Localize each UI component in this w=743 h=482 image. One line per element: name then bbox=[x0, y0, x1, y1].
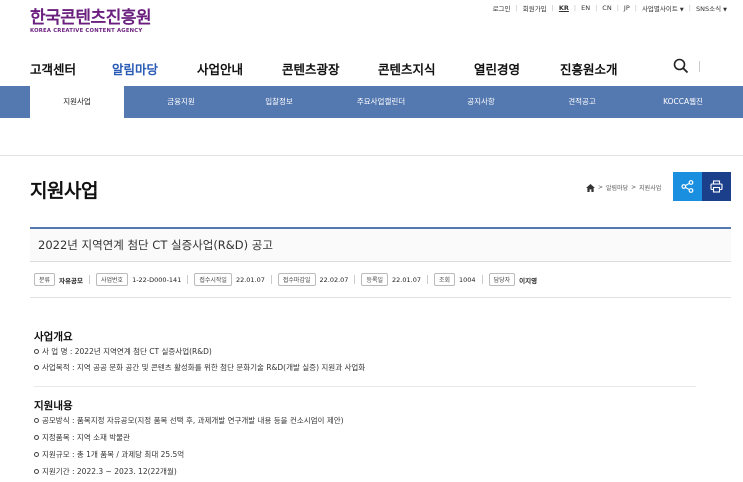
divider bbox=[699, 61, 700, 72]
notice-title: 2022년 지역연계 첨단 CT 실증사업(R&D) 공고 bbox=[38, 238, 273, 252]
divider: | bbox=[595, 4, 598, 12]
list-item: 지정품목 : 지역 소재 박물관 bbox=[34, 432, 130, 443]
list-item-text: 사업목적 : 지역 공공 문화 공간 및 콘텐츠 활성화를 위한 첨단 문화기술… bbox=[42, 363, 366, 372]
share-button[interactable] bbox=[673, 172, 702, 201]
divider bbox=[187, 275, 189, 284]
list-item-text: 사 업 명 : 2022년 지역연계 첨단 CT 실증사업(R&D) bbox=[42, 347, 212, 356]
breadcrumb: > 알림마당 > 지원사업 bbox=[586, 183, 661, 192]
lang-kr-link[interactable]: KR bbox=[559, 4, 569, 12]
caret-down-icon: ▼ bbox=[679, 7, 684, 13]
bullet-circle-icon bbox=[34, 452, 39, 457]
page-title: 지원사업 bbox=[30, 180, 98, 202]
meta-label: 조회 bbox=[433, 273, 456, 286]
logo-english: KOREA CREATIVE CONTENT AGENCY bbox=[30, 28, 143, 34]
search-icon[interactable] bbox=[673, 58, 689, 74]
login-link[interactable]: 로그인 bbox=[493, 3, 511, 13]
bullet-circle-icon bbox=[34, 435, 39, 440]
list-item-text: 공모방식 : 품목지정 자유공모(지정 품목 선택 후, 과제개발 연구개발 내… bbox=[42, 416, 344, 425]
divider bbox=[30, 297, 731, 298]
sns-label: SNS소식 bbox=[695, 5, 722, 13]
meta-label: 분류 bbox=[34, 273, 56, 286]
nav-customer-center[interactable]: 고객센터 bbox=[30, 59, 112, 78]
meta-reg-date: 22.01.07 bbox=[392, 275, 421, 284]
divider: | bbox=[573, 4, 577, 12]
nav-about[interactable]: 진흥원소개 bbox=[560, 59, 650, 78]
bullet-circle-icon bbox=[34, 469, 39, 474]
lang-en-link[interactable]: EN bbox=[581, 4, 590, 12]
divider bbox=[426, 275, 428, 284]
meta-end-date: 22.02.07 bbox=[319, 275, 349, 284]
list-item: 지원규모 : 총 1개 품목 / 과제당 최대 25.5억 bbox=[34, 449, 184, 460]
main-nav: 고객센터 알림마당 사업안내 콘텐츠광장 콘텐츠지식 열린경영 진흥원소개 bbox=[30, 59, 650, 78]
meta-label: 접수마감일 bbox=[277, 273, 316, 286]
tab-bid-info[interactable]: 입찰정보 bbox=[232, 86, 326, 118]
print-button[interactable] bbox=[702, 172, 731, 201]
meta-label: 담당자 bbox=[488, 273, 516, 286]
divider bbox=[0, 155, 743, 156]
list-item: 사업목적 : 지역 공공 문화 공간 및 콘텐츠 활성화를 위한 첨단 문화기술… bbox=[34, 362, 365, 373]
divider bbox=[354, 275, 356, 284]
sites-label: 사업별사이트 bbox=[641, 5, 678, 13]
tab-announcements[interactable]: 공지사항 bbox=[434, 86, 528, 118]
logo-korean: 한국콘텐츠진흥원 bbox=[30, 8, 152, 28]
list-item-text: 지원규모 : 총 1개 품목 / 과제당 최대 25.5억 bbox=[42, 450, 185, 459]
caret-down-icon: ▼ bbox=[723, 7, 727, 13]
nav-notice[interactable]: 알림마당 bbox=[112, 59, 197, 78]
bullet-circle-icon bbox=[34, 349, 39, 354]
meta-views: 1004 bbox=[459, 275, 476, 284]
divider bbox=[481, 275, 483, 284]
lang-cn-link[interactable]: CN bbox=[602, 4, 611, 12]
tab-financial-support[interactable]: 금융지원 bbox=[134, 86, 228, 118]
bullet-circle-icon bbox=[34, 365, 39, 370]
section-heading: 사업개요 bbox=[34, 331, 73, 343]
nav-business[interactable]: 사업안내 bbox=[197, 59, 282, 78]
list-item: 지원기간 : 2022.3 ~ 2023. 12(22개월) bbox=[34, 466, 177, 477]
list-item-text: 지정품목 : 지역 소재 박물관 bbox=[42, 433, 130, 442]
meta-category: 자유공모 bbox=[59, 276, 83, 285]
meta-label: 사업번호 bbox=[95, 273, 129, 286]
tab-support-projects[interactable]: 지원사업 bbox=[30, 86, 124, 119]
tab-webzine[interactable]: KOCCA웹진 bbox=[636, 86, 730, 118]
meta-bizno: 1-22-D000-141 bbox=[132, 275, 182, 284]
meta-start-date: 22.01.07 bbox=[235, 275, 265, 284]
notice-title-box: 2022년 지역연계 첨단 CT 실증사업(R&D) 공고 bbox=[30, 227, 731, 262]
list-item: 공모방식 : 품목지정 자유공모(지정 품목 선택 후, 과제개발 연구개발 내… bbox=[34, 415, 344, 426]
list-item-text: 지원기간 : 2022.3 ~ 2023. 12(22개월) bbox=[42, 467, 177, 476]
notice-meta: 분류 자유공모 사업번호 1-22-D000-141 접수시작일 22.01.0… bbox=[34, 273, 543, 286]
logo[interactable]: 한국콘텐츠진흥원 KOREA CREATIVE CONTENT AGENCY bbox=[30, 8, 152, 34]
utility-bar: 로그인 | 회원가입 | KR | EN | CN | JP | 사업별사이트 … bbox=[493, 3, 727, 13]
join-link[interactable]: 회원가입 bbox=[523, 3, 547, 13]
divider bbox=[270, 275, 272, 284]
tab-quotes[interactable]: 견적공고 bbox=[535, 86, 629, 118]
list-item: 사 업 명 : 2022년 지역연계 첨단 CT 실증사업(R&D) bbox=[34, 346, 212, 357]
chevron-right-icon: > bbox=[631, 184, 637, 191]
tab-calendar[interactable]: 주요사업캘린더 bbox=[334, 86, 428, 118]
nav-content-plaza[interactable]: 콘텐츠광장 bbox=[282, 59, 378, 78]
sites-dropdown[interactable]: 사업별사이트 ▼ bbox=[642, 3, 684, 13]
divider: | bbox=[551, 4, 554, 12]
nav-content-knowledge[interactable]: 콘텐츠지식 bbox=[378, 59, 474, 78]
chevron-right-icon: > bbox=[598, 184, 604, 191]
nav-open-management[interactable]: 열린경영 bbox=[474, 59, 560, 78]
section-heading: 지원내용 bbox=[34, 400, 73, 412]
meta-label: 접수시작일 bbox=[194, 273, 232, 286]
divider: | bbox=[515, 4, 518, 12]
share-icon bbox=[681, 180, 694, 193]
divider: | bbox=[616, 4, 619, 12]
lang-jp-link[interactable]: JP bbox=[624, 4, 630, 12]
meta-manager: 이지영 bbox=[519, 276, 538, 285]
divider: | bbox=[634, 4, 637, 12]
sns-dropdown[interactable]: SNS소식 ▼ bbox=[696, 3, 727, 13]
breadcrumb-item[interactable]: 알림마당 bbox=[606, 183, 628, 192]
home-icon[interactable] bbox=[586, 183, 595, 192]
divider: | bbox=[688, 4, 691, 12]
bullet-circle-icon bbox=[34, 418, 39, 423]
divider bbox=[34, 386, 696, 387]
printer-icon bbox=[710, 180, 723, 193]
sub-nav: 지원사업 금융지원 입찰정보 주요사업캘린더 공지사항 견적공고 KOCCA웹진 bbox=[0, 86, 743, 119]
divider bbox=[88, 275, 90, 284]
breadcrumb-item[interactable]: 지원사업 bbox=[639, 183, 661, 192]
meta-label: 등록일 bbox=[361, 273, 389, 286]
